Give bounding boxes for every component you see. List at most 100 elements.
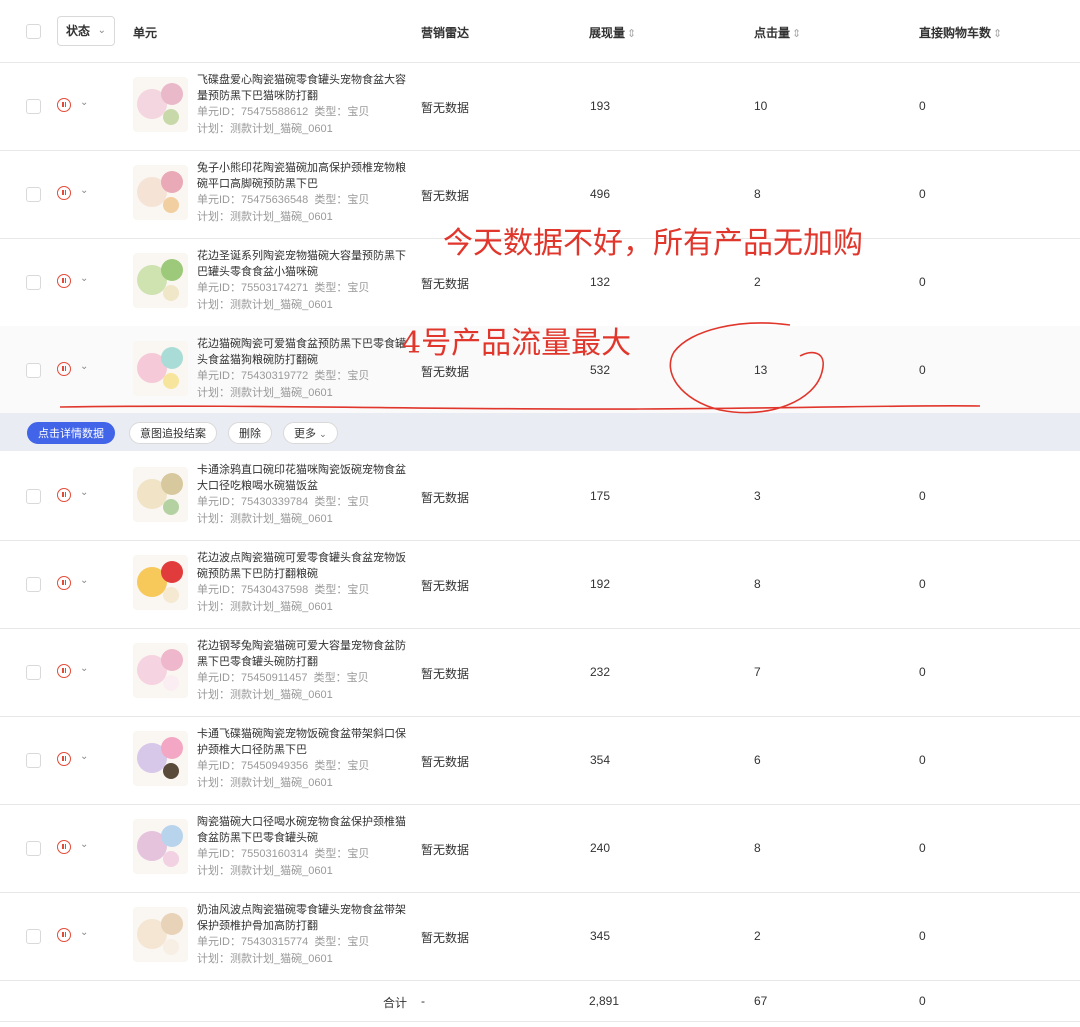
unit-plan: 计划：测款计划_猫碗_0601 [197, 953, 333, 965]
radar-value: 暂无数据 [421, 491, 470, 505]
unit-id-type: 单元ID：75475636548 类型：宝贝 [197, 194, 370, 206]
unit-id-type: 单元ID：75430437598 类型：宝贝 [197, 584, 370, 596]
unit-title[interactable]: 花边钢琴兔陶瓷猫碗可爱大容量宠物食盆防黑下巴零食罐头碗防打翻 [197, 638, 407, 670]
chevron-down-icon[interactable]: ⌄ [80, 575, 88, 586]
table-row[interactable]: ⌄ 陶瓷猫碗大口径喝水碗宠物食盆保护颈椎猫食盆防黑下巴零食罐头碗 单元ID：75… [0, 804, 1080, 893]
impressions-value: 345 [590, 929, 611, 943]
sort-icon[interactable]: ⇕ [627, 28, 636, 40]
radar-value: 暂无数据 [421, 101, 470, 115]
chevron-down-icon[interactable]: ⌄ [80, 927, 88, 938]
row-checkbox[interactable] [26, 99, 41, 114]
unit-title[interactable]: 卡通涂鸦直口碗印花猫咪陶瓷饭碗宠物食盆大口径吃粮喝水碗猫饭盆 [197, 462, 407, 494]
product-thumbnail [133, 555, 188, 610]
row-checkbox[interactable] [26, 363, 41, 378]
clicks-value: 6 [754, 753, 761, 767]
intent-retarget-button[interactable]: 意图追投结案 [129, 422, 217, 444]
total-label: 合计 [383, 996, 408, 1010]
unit-title[interactable]: 陶瓷猫碗大口径喝水碗宠物食盆保护颈椎猫食盆防黑下巴零食罐头碗 [197, 814, 407, 846]
select-all-checkbox[interactable] [26, 24, 41, 39]
detail-data-button[interactable]: 点击详情数据 [27, 422, 115, 444]
unit-title[interactable]: 奶油风波点陶瓷猫碗零食罐头宠物食盆带架保护颈椎护骨加高防打翻 [197, 902, 407, 934]
col-radar: 营销雷达 [421, 26, 470, 40]
table-row[interactable]: ⌄ 花边钢琴兔陶瓷猫碗可爱大容量宠物食盆防黑下巴零食罐头碗防打翻 单元ID：75… [0, 628, 1080, 717]
row-checkbox[interactable] [26, 929, 41, 944]
unit-plan: 计划：测款计划_猫碗_0601 [197, 123, 333, 135]
impressions-value: 192 [590, 577, 611, 591]
radar-value: 暂无数据 [421, 667, 470, 681]
impressions-value: 232 [590, 665, 611, 679]
unit-plan: 计划：测款计划_猫碗_0601 [197, 299, 333, 311]
pause-status-icon[interactable] [57, 186, 71, 200]
table-row[interactable]: ⌄ 飞碟盘爱心陶瓷猫碗零食罐头宠物食盆大容量预防黑下巴猫咪防打翻 单元ID：75… [0, 62, 1080, 151]
cart-value: 0 [919, 99, 926, 113]
chevron-down-icon[interactable]: ⌄ [80, 839, 88, 850]
chevron-down-icon[interactable]: ⌄ [80, 97, 88, 108]
chevron-down-icon[interactable]: ⌄ [80, 663, 88, 674]
cart-value: 0 [919, 841, 926, 855]
clicks-value: 2 [754, 929, 761, 943]
pause-status-icon[interactable] [57, 928, 71, 942]
unit-title[interactable]: 飞碟盘爱心陶瓷猫碗零食罐头宠物食盆大容量预防黑下巴猫咪防打翻 [197, 72, 407, 104]
clicks-value: 2 [754, 275, 761, 289]
unit-plan: 计划：测款计划_猫碗_0601 [197, 387, 333, 399]
row-checkbox[interactable] [26, 841, 41, 856]
clicks-value: 13 [754, 363, 768, 377]
product-thumbnail [133, 467, 188, 522]
pause-status-icon[interactable] [57, 488, 71, 502]
chevron-down-icon[interactable]: ⌄ [80, 273, 88, 284]
row-checkbox[interactable] [26, 577, 41, 592]
cart-value: 0 [919, 665, 926, 679]
annotation-note-2: 4号产品流量最大 [402, 326, 632, 361]
table-row[interactable]: ⌄ 花边波点陶瓷猫碗可爱零食罐头食盆宠物饭碗预防黑下巴防打翻粮碗 单元ID：75… [0, 540, 1080, 629]
unit-id-type: 单元ID：75430319772 类型：宝贝 [197, 370, 370, 382]
sort-icon[interactable]: ⇕ [993, 28, 1002, 40]
clicks-value: 10 [754, 99, 768, 113]
clicks-value: 8 [754, 577, 761, 591]
unit-id-type: 单元ID：75503174271 类型：宝贝 [197, 282, 370, 294]
sort-icon[interactable]: ⇕ [792, 28, 801, 40]
pause-status-icon[interactable] [57, 576, 71, 590]
total-cart: 0 [919, 994, 926, 1008]
status-filter-label: 状态 [66, 24, 91, 38]
table-row[interactable]: ⌄ 奶油风波点陶瓷猫碗零食罐头宠物食盆带架保护颈椎护骨加高防打翻 单元ID：75… [0, 892, 1080, 981]
product-thumbnail [133, 731, 188, 786]
col-clicks[interactable]: 点击量 ⇕ [754, 24, 801, 41]
row-checkbox[interactable] [26, 187, 41, 202]
unit-plan: 计划：测款计划_猫碗_0601 [197, 513, 333, 525]
cart-value: 0 [919, 753, 926, 767]
row-checkbox[interactable] [26, 665, 41, 680]
unit-title[interactable]: 花边猫碗陶瓷可爱猫食盆预防黑下巴零食罐头食盆猫狗粮碗防打翻碗 [197, 336, 407, 368]
col-impressions[interactable]: 展现量 ⇕ [589, 24, 636, 41]
chevron-down-icon[interactable]: ⌄ [80, 751, 88, 762]
chevron-down-icon[interactable]: ⌄ [80, 487, 88, 498]
table-row[interactable]: ⌄ 卡通涂鸦直口碗印花猫咪陶瓷饭碗宠物食盆大口径吃粮喝水碗猫饭盆 单元ID：75… [0, 452, 1080, 541]
radar-value: 暂无数据 [421, 755, 470, 769]
table-row[interactable]: ⌄ 卡通飞碟猫碗陶瓷宠物饭碗食盆带架斜口保护颈椎大口径防黑下巴 单元ID：754… [0, 716, 1080, 805]
row-checkbox[interactable] [26, 275, 41, 290]
pause-status-icon[interactable] [57, 274, 71, 288]
status-filter-select[interactable]: 状态 ⌄ [57, 16, 115, 46]
unit-title[interactable]: 卡通飞碟猫碗陶瓷宠物饭碗食盆带架斜口保护颈椎大口径防黑下巴 [197, 726, 407, 758]
pause-status-icon[interactable] [57, 362, 71, 376]
impressions-value: 132 [590, 275, 611, 289]
unit-title[interactable]: 花边圣诞系列陶瓷宠物猫碗大容量预防黑下巴罐头零食食盆小猫咪碗 [197, 248, 407, 280]
col-cart[interactable]: 直接购物车数 ⇕ [919, 24, 1002, 41]
unit-id-type: 单元ID：75475588612 类型：宝贝 [197, 106, 370, 118]
unit-title[interactable]: 兔子小熊印花陶瓷猫碗加高保护颈椎宠物粮碗平口高脚碗预防黑下巴 [197, 160, 407, 192]
chevron-down-icon[interactable]: ⌄ [80, 361, 88, 372]
delete-button[interactable]: 删除 [228, 422, 272, 444]
row-checkbox[interactable] [26, 489, 41, 504]
unit-id-type: 单元ID：75430315774 类型：宝贝 [197, 936, 370, 948]
unit-title[interactable]: 花边波点陶瓷猫碗可爱零食罐头食盆宠物饭碗预防黑下巴防打翻粮碗 [197, 550, 407, 582]
pause-status-icon[interactable] [57, 752, 71, 766]
radar-value: 暂无数据 [421, 365, 470, 379]
chevron-down-icon[interactable]: ⌄ [80, 185, 88, 196]
pause-status-icon[interactable] [57, 840, 71, 854]
total-radar: - [421, 994, 425, 1008]
product-thumbnail [133, 643, 188, 698]
unit-plan: 计划：测款计划_猫碗_0601 [197, 211, 333, 223]
pause-status-icon[interactable] [57, 98, 71, 112]
row-checkbox[interactable] [26, 753, 41, 768]
pause-status-icon[interactable] [57, 664, 71, 678]
more-button[interactable]: 更多 ⌄ [283, 422, 338, 444]
